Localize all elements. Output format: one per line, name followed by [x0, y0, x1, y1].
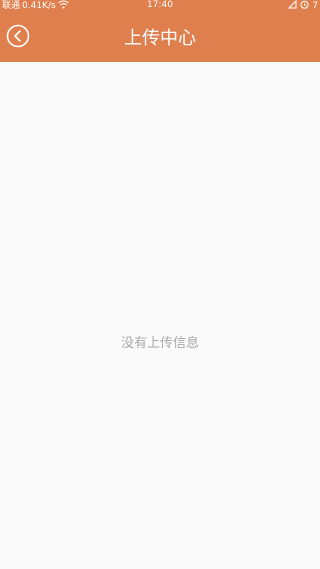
status-time: 17:40: [147, 0, 173, 10]
page-title: 上传中心: [124, 28, 196, 49]
battery-level: 7: [312, 1, 318, 11]
nav-bar: 上传中心: [0, 14, 320, 62]
signal-icon: [288, 0, 297, 13]
empty-state-message: 没有上传信息: [120, 336, 199, 351]
status-right: 7: [288, 0, 318, 13]
alarm-icon: [300, 0, 309, 13]
status-bar: 联通 0.41K/s 17:40 7: [0, 0, 320, 11]
